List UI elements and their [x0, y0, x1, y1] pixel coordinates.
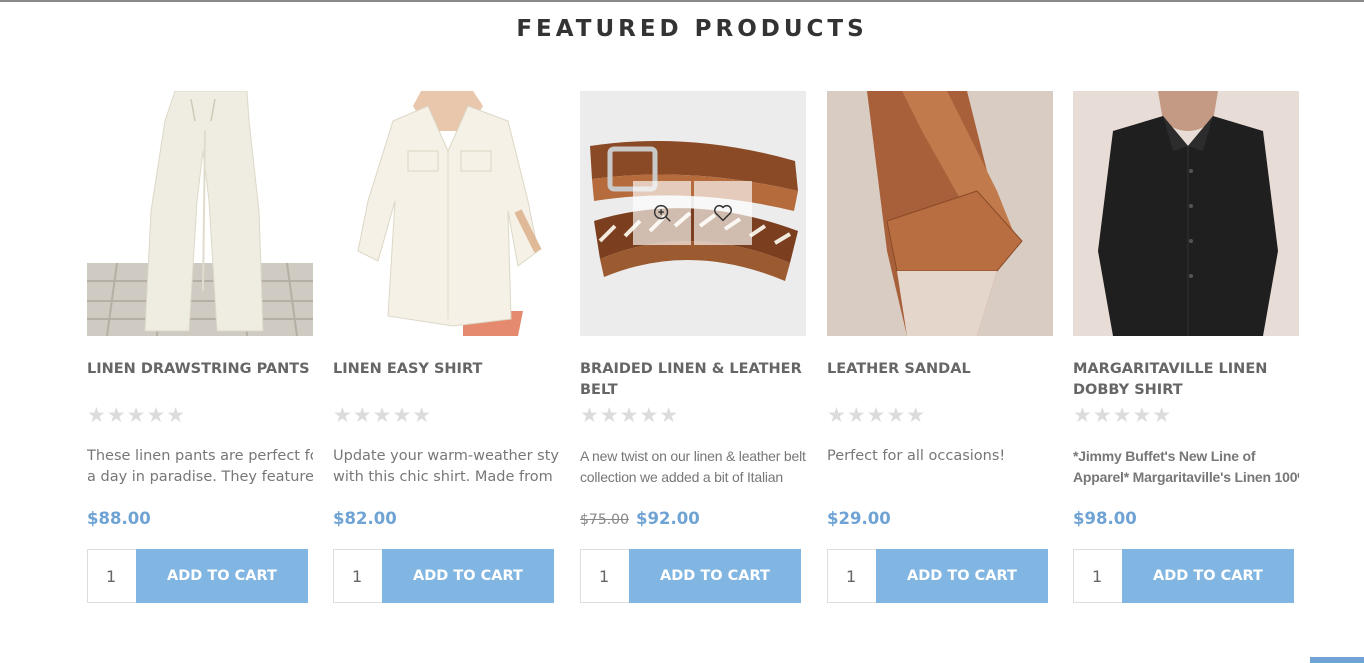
price-row: $29.00: [827, 509, 891, 528]
add-to-cart-button[interactable]: ADD TO CART: [629, 549, 801, 603]
product-name[interactable]: LINEN EASY SHIRT: [333, 359, 559, 380]
product-price: $98.00: [1073, 509, 1137, 528]
product-image-belt[interactable]: [580, 91, 806, 336]
quantity-input[interactable]: [87, 549, 137, 603]
price-row: $75.00 $92.00: [580, 509, 700, 528]
product-price: $29.00: [827, 509, 891, 528]
featured-products-grid: LINEN DRAWSTRING PANTS ★★★★★ These linen…: [87, 79, 1307, 617]
heart-icon: [714, 204, 732, 222]
rating-stars: ★★★★★: [580, 404, 680, 427]
product-card: LINEN DRAWSTRING PANTS ★★★★★ These linen…: [87, 91, 313, 611]
description-line: collection we added a bit of Italian: [580, 469, 783, 485]
product-name[interactable]: MARGARITAVILLE LINEN DOBBY SHIRT: [1073, 359, 1299, 401]
rating-stars: ★★★★★: [333, 404, 433, 427]
add-to-cart-button[interactable]: ADD TO CART: [1122, 549, 1294, 603]
product-description: These linen pants are perfect for a day …: [87, 446, 313, 488]
add-to-cart-button[interactable]: ADD TO CART: [136, 549, 308, 603]
product-card: BRAIDED LINEN & LEATHER BELT ★★★★★ A new…: [569, 79, 819, 617]
product-card: LINEN EASY SHIRT ★★★★★ Update your warm-…: [333, 91, 559, 611]
section-title: FEATURED PRODUCTS: [516, 16, 868, 42]
product-card: MARGARITAVILLE LINEN DOBBY SHIRT ★★★★★ *…: [1073, 91, 1299, 611]
description-line: a day in paradise. They feature: [87, 469, 313, 485]
rating-stars: ★★★★★: [87, 404, 187, 427]
add-to-cart-button[interactable]: ADD TO CART: [876, 549, 1048, 603]
quantity-input[interactable]: [580, 549, 630, 603]
add-to-cart-button[interactable]: ADD TO CART: [382, 549, 554, 603]
old-price: $75.00: [580, 512, 629, 528]
description-line: with this chic shirt. Made from: [333, 469, 553, 485]
product-description: *Jimmy Buffet's New Line of Apparel* Mar…: [1073, 446, 1299, 488]
product-description: Perfect for all occasions!: [827, 446, 1053, 467]
product-description: Update your warm-weather style with this…: [333, 446, 559, 488]
product-name[interactable]: LINEN DRAWSTRING PANTS: [87, 359, 313, 380]
description-line: *Jimmy Buffet's New Line of: [1073, 448, 1256, 464]
product-image-shirt[interactable]: [333, 91, 559, 336]
product-name[interactable]: BRAIDED LINEN & LEATHER BELT: [580, 359, 806, 401]
scroll-to-top-button[interactable]: [1310, 657, 1364, 663]
product-image-dobby-shirt[interactable]: [1073, 91, 1299, 336]
price-row: $88.00: [87, 509, 151, 528]
product-price: $82.00: [333, 509, 397, 528]
description-line: These linen pants are perfect for: [87, 448, 313, 464]
wishlist-button[interactable]: [694, 181, 752, 245]
description-line: Apparel* Margaritaville's Linen 100%: [1073, 469, 1299, 485]
price-row: $98.00: [1073, 509, 1137, 528]
description-line: A new twist on our linen & leather belt: [580, 448, 806, 464]
rating-stars: ★★★★★: [1073, 404, 1173, 427]
description-line: Perfect for all occasions!: [827, 448, 1006, 464]
quantity-input[interactable]: [827, 549, 877, 603]
quantity-input[interactable]: [333, 549, 383, 603]
rating-stars: ★★★★★: [827, 404, 927, 427]
product-image-pants[interactable]: [87, 91, 313, 336]
product-card: LEATHER SANDAL ★★★★★ Perfect for all occ…: [827, 91, 1053, 611]
product-price: $92.00: [636, 509, 700, 528]
zoom-in-icon: [653, 204, 671, 222]
product-description: A new twist on our linen & leather belt …: [580, 446, 806, 488]
product-price: $88.00: [87, 509, 151, 528]
top-divider: [0, 0, 1364, 2]
price-row: $82.00: [333, 509, 397, 528]
description-line: Update your warm-weather style: [333, 448, 559, 464]
product-name[interactable]: LEATHER SANDAL: [827, 359, 1053, 380]
quick-view-button[interactable]: [633, 181, 691, 245]
product-image-sandal[interactable]: [827, 91, 1053, 336]
quantity-input[interactable]: [1073, 549, 1123, 603]
